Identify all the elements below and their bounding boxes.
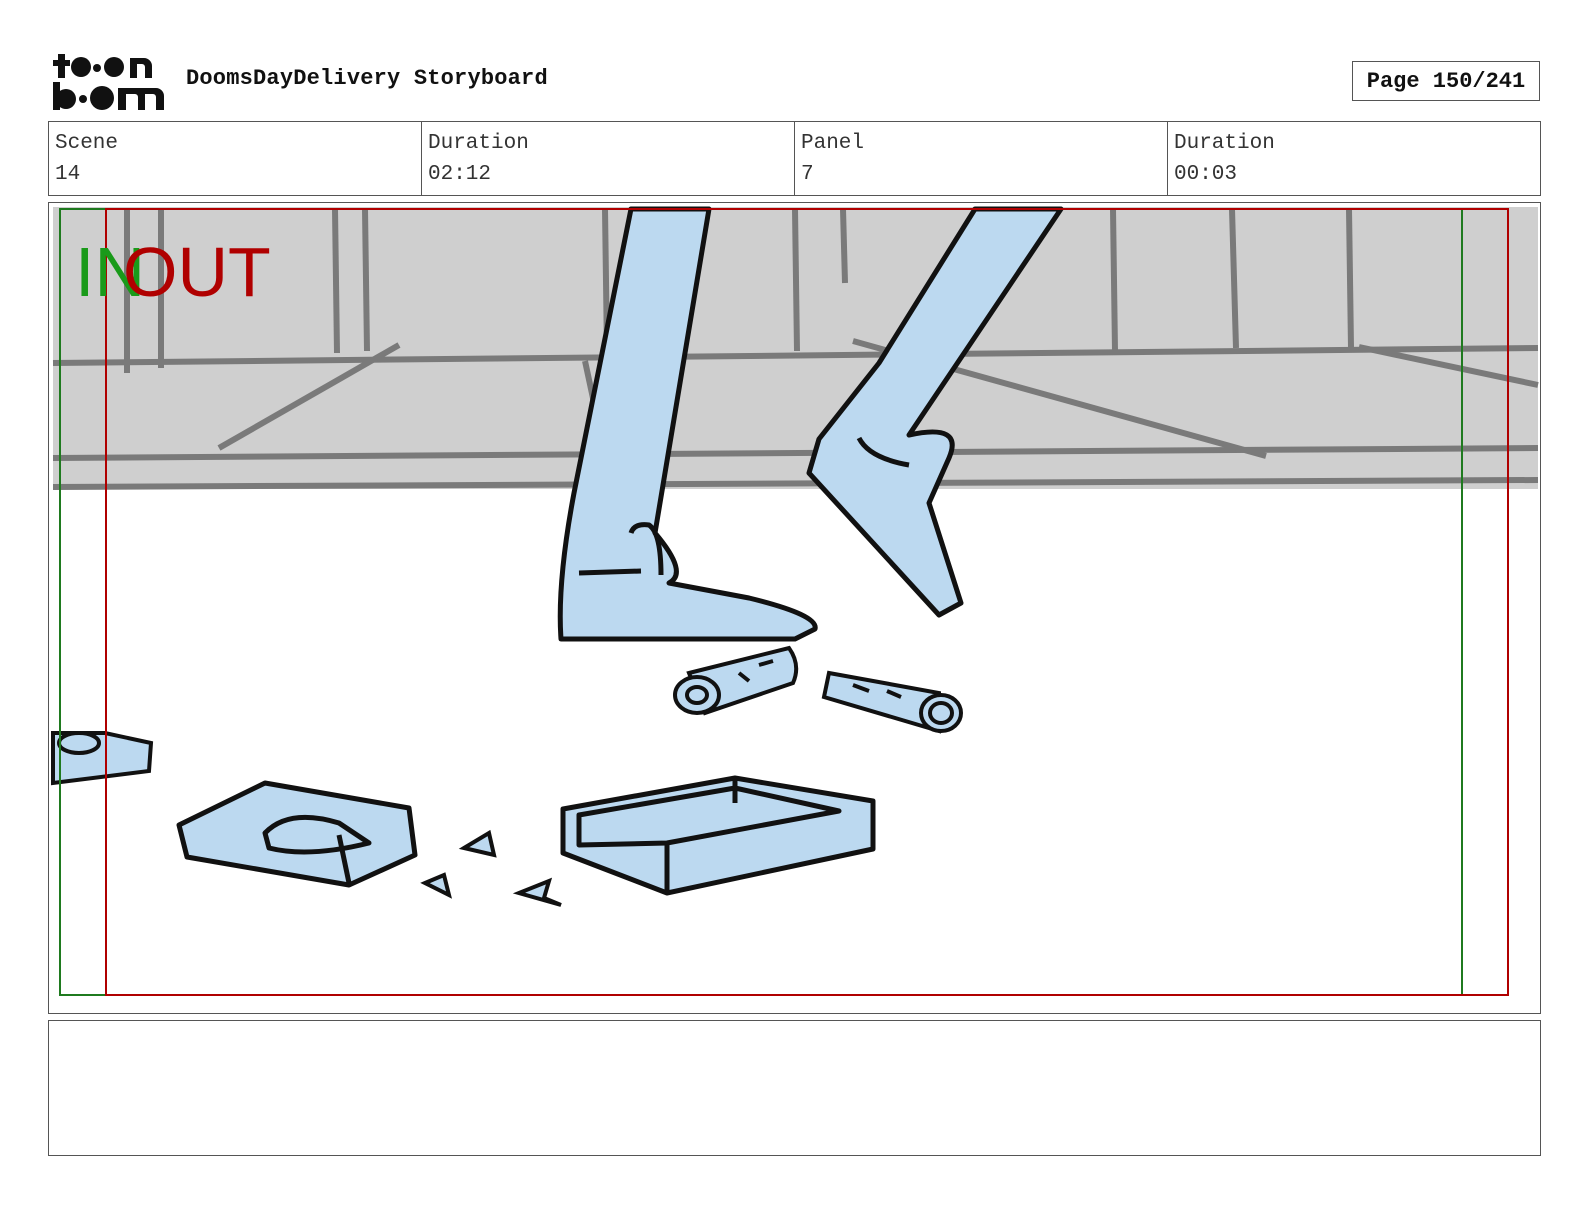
panel-value: 7 — [801, 163, 814, 186]
panel-label: Panel — [801, 132, 865, 155]
panel-notes-box — [48, 1020, 1541, 1156]
out-marker: OUT — [123, 233, 271, 311]
page-number: Page 150/241 — [1352, 61, 1540, 101]
battery-right — [821, 670, 963, 734]
panel-duration-label: Duration — [1174, 132, 1275, 155]
panel-duration-cell: Duration 00:03 — [1168, 122, 1540, 195]
scene-duration-cell: Duration 02:12 — [422, 122, 795, 195]
scene-info-table: Scene 14 Duration 02:12 Panel 7 Duration… — [48, 121, 1541, 196]
toonboom-logo: toon boom — [52, 50, 164, 110]
battery-cover — [560, 775, 876, 896]
panel-sketch: IN OUT — [51, 206, 1539, 996]
remote-fragment — [51, 731, 154, 786]
scene-value: 14 — [55, 163, 81, 186]
scene-label: Scene — [55, 132, 119, 155]
svg-text:toon: toon — [52, 50, 55, 51]
document-title: DoomsDayDelivery Storyboard — [186, 66, 548, 91]
scene-duration-value: 02:12 — [428, 163, 492, 186]
svg-text:boom: boom — [52, 50, 55, 51]
scene-cell: Scene 14 — [49, 122, 422, 195]
storyboard-panel: IN OUT — [48, 202, 1541, 1014]
panel-cell: Panel 7 — [795, 122, 1168, 195]
remote-body — [176, 780, 418, 888]
panel-duration-value: 00:03 — [1174, 163, 1238, 186]
battery-left — [673, 645, 799, 716]
shards — [420, 829, 562, 907]
scene-duration-label: Duration — [428, 132, 529, 155]
